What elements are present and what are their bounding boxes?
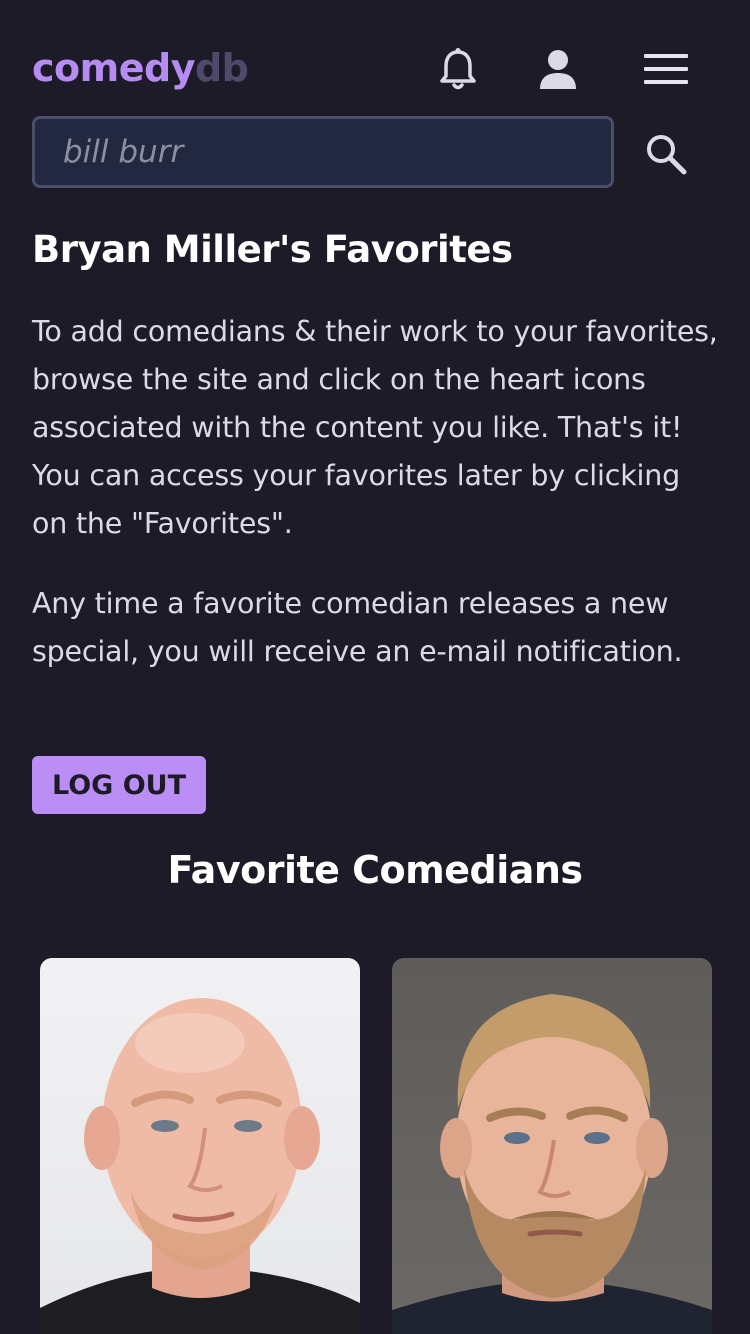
account-button[interactable] [530,44,586,94]
search-icon [647,135,687,175]
top-bar: comedydb [32,44,718,94]
page-title: Bryan Miller's Favorites [32,228,513,271]
search-bar [32,116,718,188]
user-icon [540,50,576,89]
bell-icon [440,48,476,90]
menu-icon [644,54,688,84]
favorite-comedians-heading: Favorite Comedians [167,848,583,892]
logo-part-db: db [194,46,249,90]
comedian-card[interactable] [40,958,360,1334]
notifications-button[interactable] [430,44,486,94]
logo-part-comedy: comedy [32,46,195,90]
favorites-instructions: To add comedians & their work to your fa… [32,315,718,540]
page: comedydb bill burr Bryan Miller's Favori… [0,0,750,1334]
search-input[interactable] [35,119,611,185]
logout-button[interactable]: LOG OUT [32,756,206,814]
menu-button[interactable] [638,44,694,94]
comedian-card[interactable] [392,958,712,1334]
notification-info: Any time a favorite comedian releases a … [32,587,683,668]
comedian-photo [392,994,712,1334]
search-box [32,116,614,188]
search-button[interactable] [638,126,694,182]
logo[interactable]: comedydb [32,46,249,90]
comedian-photo [40,998,360,1334]
